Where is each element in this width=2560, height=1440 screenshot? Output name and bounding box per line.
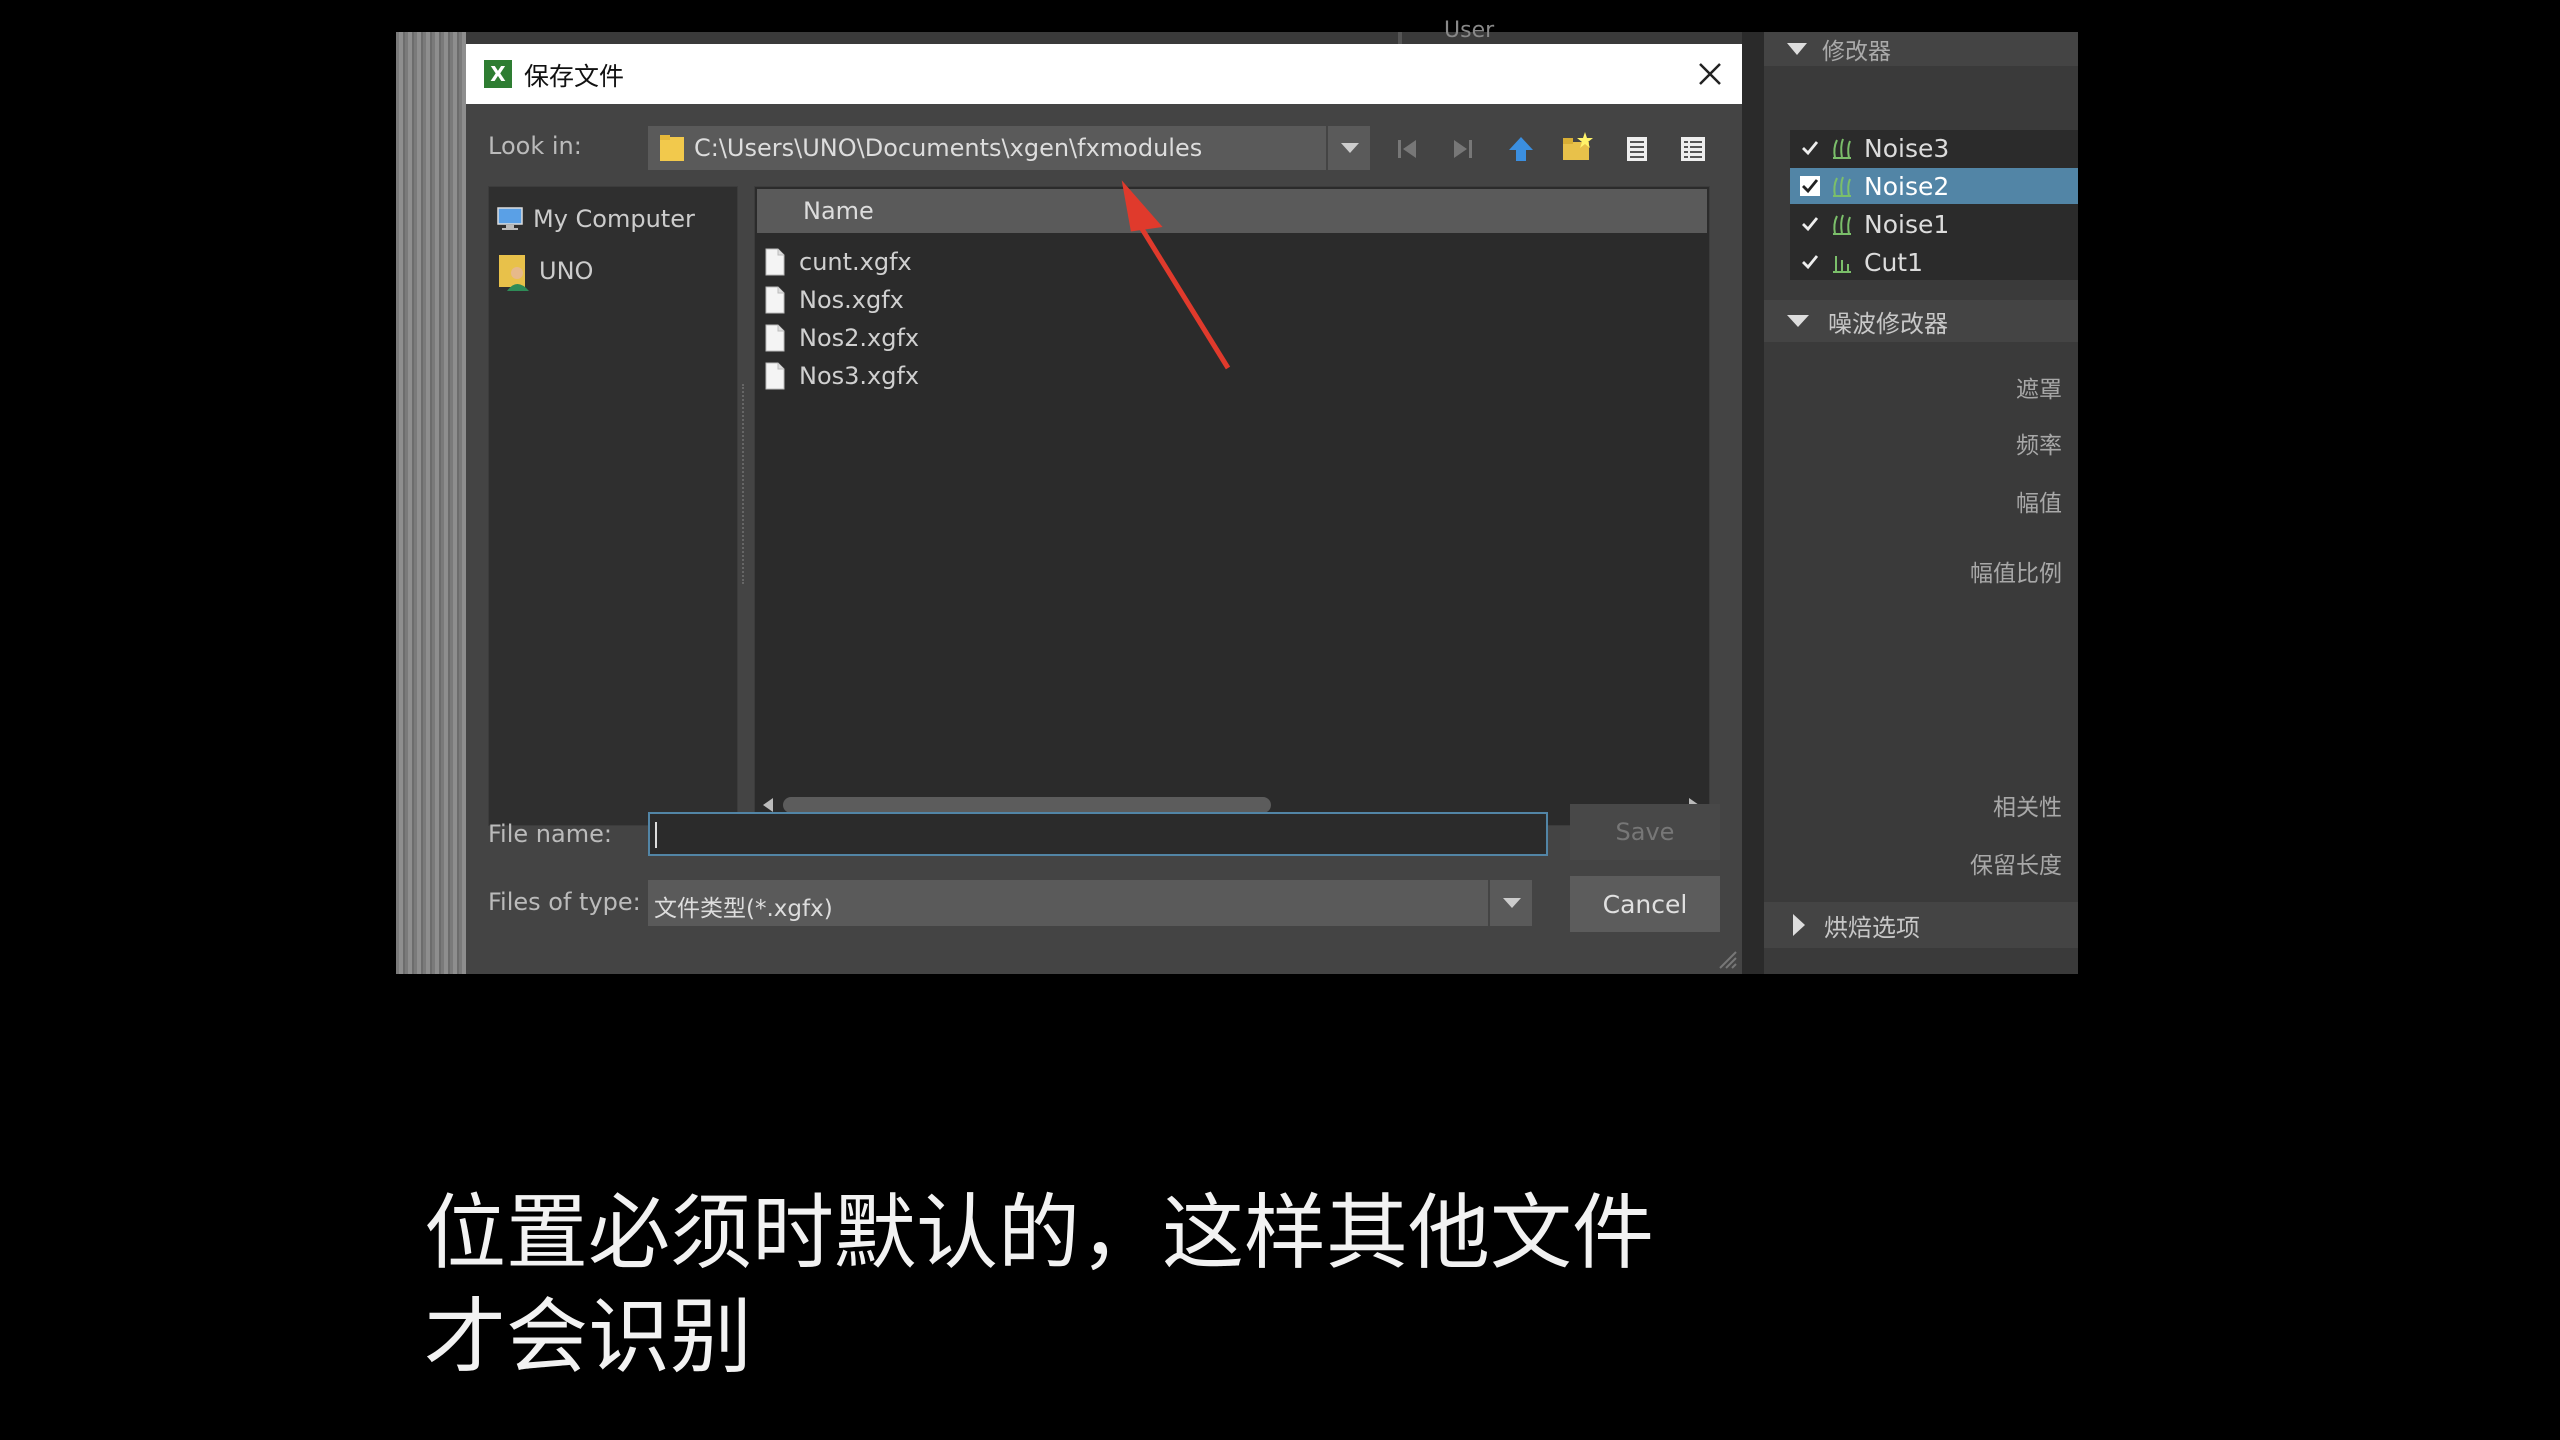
cancel-button-label: Cancel: [1602, 889, 1688, 919]
column-header-label: Name: [803, 197, 874, 225]
files-of-type-value: 文件类型(*.xgfx): [654, 896, 833, 922]
section-title: 修改器: [1822, 39, 1891, 65]
save-button-label: Save: [1615, 818, 1675, 846]
checkmark-icon[interactable]: [1800, 214, 1820, 234]
file-name-input[interactable]: [648, 812, 1548, 856]
noise-modifier-icon: [1830, 136, 1854, 160]
modifier-name: Noise1: [1864, 209, 1950, 239]
property-mask-label: 遮罩: [2016, 377, 2062, 403]
sidebar-item-label: My Computer: [533, 205, 695, 233]
chevron-down-icon[interactable]: [1338, 140, 1362, 156]
user-folder-icon: [499, 251, 529, 291]
modifier-list: Noise3 Noise2 Noise1 Cut1: [1790, 130, 2078, 280]
files-of-type-label: Files of type:: [488, 888, 641, 916]
file-icon: [765, 286, 785, 314]
file-list-item[interactable]: Nos2.xgfx: [765, 321, 919, 355]
subtitle-line-1: 位置必须时默认的，这样其他文件: [424, 1186, 1655, 1281]
splitter-handle[interactable]: [742, 384, 746, 584]
scroll-left-icon[interactable]: [761, 797, 775, 813]
combobox-divider: [1326, 126, 1328, 170]
modifier-name: Noise3: [1864, 133, 1950, 163]
bake-options-section-header[interactable]: 烘焙选项: [1764, 902, 2078, 948]
property-magnitude-scale-label: 幅值比例: [1970, 561, 2062, 587]
back-icon[interactable]: [1386, 128, 1428, 170]
property-correlation-label: 相关性: [1993, 795, 2062, 821]
triangle-down-icon: [1786, 314, 1810, 328]
property-frequency-label: 频率: [2016, 433, 2062, 459]
subtitle-line-2: 才会识别: [424, 1290, 753, 1385]
file-list-item[interactable]: cunt.xgfx: [765, 245, 912, 279]
property-magnitude-label: 幅值: [2016, 491, 2062, 517]
sidebar-item-my-computer[interactable]: My Computer: [497, 201, 695, 237]
property-preserve-length-label: 保留长度: [1970, 853, 2062, 879]
file-name: Nos3.xgfx: [799, 362, 920, 390]
modifier-name: Noise2: [1864, 171, 1950, 201]
file-name-label: File name:: [488, 820, 612, 848]
file-name: cunt.xgfx: [799, 248, 912, 276]
file-icon: [765, 362, 785, 390]
triangle-down-icon: [1786, 42, 1808, 56]
file-icon: [765, 324, 785, 352]
file-name: Nos.xgfx: [799, 286, 904, 314]
dialog-title-bar: X 保存文件: [466, 44, 1742, 104]
noise-modifier-icon: [1830, 174, 1854, 198]
checkmark-icon[interactable]: [1800, 252, 1820, 272]
look-in-combobox[interactable]: C:\Users\UNO\Documents\xgen\fxmodules: [648, 126, 1370, 170]
new-folder-icon[interactable]: [1556, 126, 1598, 168]
cut-modifier-icon: [1830, 250, 1854, 274]
files-of-type-combobox[interactable]: 文件类型(*.xgfx): [648, 880, 1532, 926]
file-list-item[interactable]: Nos.xgfx: [765, 283, 904, 317]
section-title: 烘焙选项: [1824, 913, 1920, 942]
resize-grip-icon[interactable]: [1716, 948, 1738, 970]
sidebar-item-label: UNO: [539, 257, 594, 285]
dialog-title: 保存文件: [524, 62, 625, 91]
text-cursor: [655, 822, 657, 848]
look-in-path: C:\Users\UNO\Documents\xgen\fxmodules: [694, 134, 1203, 162]
sidebar-item-uno[interactable]: UNO: [499, 249, 593, 293]
checkmark-icon[interactable]: [1800, 176, 1820, 196]
xgen-app-icon: X: [484, 60, 512, 88]
scrollbar-thumb[interactable]: [783, 797, 1271, 813]
look-in-label: Look in:: [488, 132, 582, 160]
list-view-icon[interactable]: [1616, 128, 1658, 170]
save-button[interactable]: Save: [1570, 804, 1720, 860]
background-texture: [396, 32, 466, 974]
parent-directory-icon[interactable]: [1500, 128, 1542, 170]
places-sidebar: My Computer UNO: [488, 186, 738, 826]
chevron-down-icon[interactable]: [1500, 895, 1524, 911]
section-title: 噪波修改器: [1828, 309, 1948, 338]
noise-modifier-section-header[interactable]: 噪波修改器: [1764, 300, 2078, 342]
forward-icon[interactable]: [1442, 128, 1484, 170]
close-icon[interactable]: [1694, 58, 1726, 90]
detail-view-icon[interactable]: [1672, 128, 1714, 170]
computer-icon: [497, 207, 523, 231]
file-name: Nos2.xgfx: [799, 324, 920, 352]
right-panel-divider: [1742, 32, 1764, 974]
combobox-divider: [1488, 880, 1490, 926]
file-list-item[interactable]: Nos3.xgfx: [765, 359, 919, 393]
annotation-arrow: [1121, 180, 1231, 370]
modifier-item-noise1[interactable]: Noise1: [1790, 206, 2078, 242]
modifier-name: Cut1: [1864, 247, 1924, 277]
triangle-right-icon: [1792, 913, 1806, 937]
background-user-label: User: [1444, 18, 1495, 43]
modifier-panel: 修改器 Noise3 Noise2 Noise1 Cut1 噪波修改器 遮罩 频率 幅…: [1764, 32, 2078, 974]
modifier-item-cut1[interactable]: Cut1: [1790, 244, 2078, 280]
modifier-item-noise3[interactable]: Noise3: [1790, 130, 2078, 166]
noise-modifier-icon: [1830, 212, 1854, 236]
folder-icon: [660, 135, 684, 161]
modifiers-section-header[interactable]: 修改器: [1764, 32, 2078, 66]
checkmark-icon[interactable]: [1800, 138, 1820, 158]
modifier-item-noise2[interactable]: Noise2: [1790, 168, 2078, 204]
file-icon: [765, 248, 785, 276]
cancel-button[interactable]: Cancel: [1570, 876, 1720, 932]
